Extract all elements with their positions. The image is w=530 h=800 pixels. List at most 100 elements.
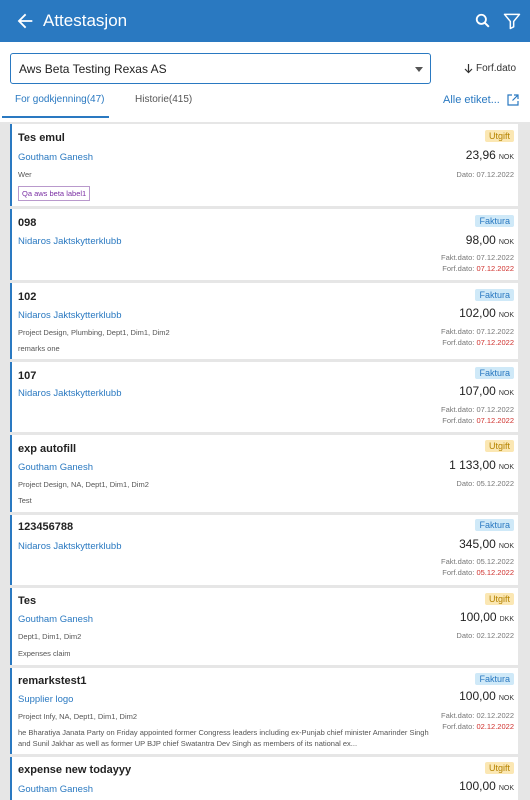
item-remark: remarks one [18,344,60,353]
list-item[interactable]: expense new todayyy Utgift Goutham Ganes… [10,757,518,800]
date-label: Fakt.dato: [441,557,475,566]
item-party[interactable]: Goutham Ganesh [18,614,93,625]
date-value: 07.12.2022 [476,170,514,179]
date-label: Forf.dato: [442,722,475,731]
item-title: expense new todayyy [18,764,132,776]
app-bar: Attestasjon [0,0,530,42]
tab-for-godkjenning[interactable]: For godkjenning(47) [15,94,105,105]
invoice-date: Fakt.dato: 02.12.2022 [441,711,514,720]
date-value: 02.12.2022 [476,722,514,731]
chevron-down-icon [415,67,423,72]
date-value: 07.12.2022 [476,264,514,273]
amount-value: 1 133,00 [449,458,496,472]
currency: NOK [498,695,514,702]
date-label: Forf.dato: [442,338,475,347]
item-details: Project Infy, NA, Dept1, Dim1, Dim2 [18,712,138,721]
item-party[interactable]: Nidaros Jaktskytterklubb [18,541,121,552]
item-amount: 102,00 NOK [459,306,514,320]
list-item[interactable]: remarkstest1 Faktura Supplier logo 100,0… [10,668,518,754]
currency: NOK [498,543,514,550]
page-title: Attestasjon [43,11,128,30]
arrow-down-icon [464,63,473,73]
list-item[interactable]: exp autofill Utgift Goutham Ganesh 1 133… [10,435,518,512]
item-details: Project Design, Plumbing, Dept1, Dim1, D… [18,328,170,337]
search-icon[interactable] [473,11,493,31]
sort-button[interactable]: Forf.dato [464,63,516,74]
label-tag[interactable]: Qa aws beta label1 [18,186,91,201]
item-title: remarkstest1 [18,675,87,687]
item-date: Dato: 02.12.2022 [456,631,514,640]
date-label: Fakt.dato: [441,405,475,414]
date-label: Dato: [456,479,475,488]
item-date: Dato: 07.12.2022 [456,170,514,179]
type-badge: Faktura [475,673,514,685]
list-item[interactable]: Tes emul Utgift Goutham Ganesh 23,96 NOK … [10,124,518,206]
date-value: 07.12.2022 [476,416,514,425]
company-select[interactable]: Aws Beta Testing Rexas AS [10,53,431,84]
item-party[interactable]: Nidaros Jaktskytterklubb [18,236,121,247]
filter-icon[interactable] [502,11,522,31]
item-details: Dept1, Dim1, Dim2 [18,632,82,641]
date-label: Dato: [456,631,475,640]
company-select-value: Aws Beta Testing Rexas AS [19,62,167,76]
amount-value: 345,00 [459,537,496,551]
item-party[interactable]: Supplier logo [18,694,73,705]
list-item[interactable]: 107 Faktura Nidaros Jaktskytterklubb 107… [10,362,518,432]
item-remark: Expenses claim [18,649,71,658]
date-value: 07.12.2022 [476,338,514,347]
item-remark: he Bharatiya Janata Party on Friday appo… [18,728,429,748]
due-date: Forf.dato: 02.12.2022 [442,722,514,731]
list-item[interactable]: Tes Utgift Goutham Ganesh 100,00 DKK Dept… [10,588,518,665]
amount-value: 102,00 [459,306,496,320]
amount-value: 98,00 [465,233,496,247]
item-title: 107 [18,370,37,382]
list-item[interactable]: 102 Faktura Nidaros Jaktskytterklubb 102… [10,283,518,359]
date-value: 07.12.2022 [476,253,514,262]
item-amount: 345,00 NOK [459,537,514,551]
invoice-date: Fakt.dato: 07.12.2022 [441,253,514,262]
type-badge: Faktura [475,215,514,227]
type-badge: Utgift [484,130,514,142]
list-item[interactable]: 123456788 Faktura Nidaros Jaktskytterklu… [10,515,518,585]
type-badge: Utgift [484,593,514,605]
item-details: Project Design, NA, Dept1, Dim1, Dim2 [18,480,149,489]
item-party[interactable]: Nidaros Jaktskytterklubb [18,310,121,321]
type-badge: Utgift [484,762,514,774]
type-badge: Faktura [475,289,514,301]
item-amount: 107,00 NOK [459,384,514,398]
item-remark: Test [18,496,32,505]
tab-historie[interactable]: Historie(415) [135,94,192,105]
date-label: Forf.dato: [442,264,475,273]
invoice-date: Fakt.dato: 07.12.2022 [441,405,514,414]
item-title: Tes emul [18,132,65,144]
date-value: 05.12.2022 [476,479,514,488]
date-value: 05.12.2022 [476,557,514,566]
list-item[interactable]: 098 Faktura Nidaros Jaktskytterklubb 98,… [10,209,518,280]
date-value: 02.12.2022 [476,631,514,640]
item-amount: 1 133,00 NOK [449,458,514,472]
item-title: exp autofill [18,443,77,455]
due-date: Forf.dato: 07.12.2022 [442,264,514,273]
item-party[interactable]: Nidaros Jaktskytterklubb [18,388,121,399]
amount-value: 100,00 [459,689,496,703]
item-title: 123456788 [18,521,74,533]
item-amount: 100,00 NOK [459,689,514,703]
invoice-date: Fakt.dato: 07.12.2022 [441,327,514,336]
due-date: Forf.dato: 07.12.2022 [442,338,514,347]
currency: NOK [498,312,514,319]
item-party[interactable]: Goutham Ganesh [18,462,93,473]
item-party[interactable]: Goutham Ganesh [18,152,93,163]
date-label: Forf.dato: [442,568,475,577]
currency: NOK [498,785,514,792]
date-label: Forf.dato: [442,416,475,425]
item-title: 102 [18,291,37,303]
date-label: Fakt.dato: [441,327,475,336]
external-link-icon[interactable] [507,94,519,106]
item-date: Dato: 05.12.2022 [456,479,514,488]
back-arrow-icon[interactable] [14,10,36,32]
item-party[interactable]: Goutham Ganesh [18,784,93,795]
type-badge: Faktura [475,519,514,531]
date-label: Dato: [456,170,475,179]
all-labels-link[interactable]: Alle etiket... [443,94,500,106]
date-label: Fakt.dato: [441,711,475,720]
